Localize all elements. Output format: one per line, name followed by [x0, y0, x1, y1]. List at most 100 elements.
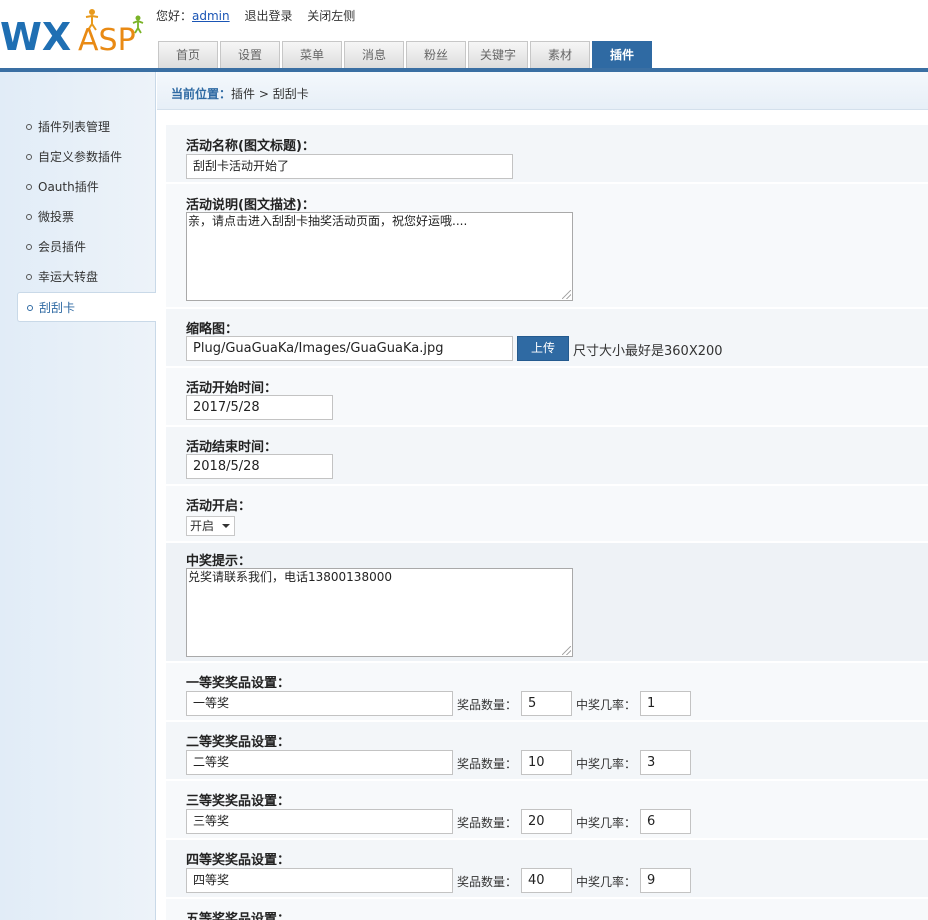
end-time-label: 活动结束时间： [186, 440, 278, 455]
prize-3-rate-label: 中奖几率： [576, 816, 637, 830]
form-row-start-time: 活动开始时间： 2017/5/28 [166, 367, 928, 425]
start-time-input[interactable]: 2017/5/28 [186, 395, 333, 420]
prize-4-qty-input[interactable]: 40 [521, 868, 572, 893]
tab-materials[interactable]: 素材 [530, 41, 590, 69]
form-row-prize-5: 五等奖奖品设置： [166, 898, 928, 920]
sidebar-item-label: 微投票 [38, 210, 75, 224]
header: WX ASP 您好：admin 退出登录 关闭左侧 首页 设置 菜单 消息 粉丝… [0, 0, 928, 72]
sidebar-item-vote[interactable]: 微投票 [0, 202, 156, 232]
prize-1-rate-label: 中奖几率： [576, 698, 637, 712]
open-select-value: 开启 [190, 519, 215, 533]
activity-description-textarea[interactable]: 亲，请点击进入刮刮卡抽奖活动页面，祝您好运哦.... [186, 212, 573, 301]
prize-5-label: 五等奖奖品设置： [186, 912, 291, 920]
tab-plugins[interactable]: 插件 [592, 41, 652, 69]
bullet-icon [26, 213, 32, 220]
sidebar-item-scratch-card[interactable]: 刮刮卡 [17, 292, 156, 322]
prize-2-qty-label: 奖品数量： [457, 757, 518, 771]
win-tip-label: 中奖提示： [186, 554, 252, 569]
bullet-icon [26, 123, 32, 130]
breadcrumb: 当前位置：插件 > 刮刮卡 [171, 85, 309, 102]
prize-4-rate-input[interactable]: 9 [640, 868, 691, 893]
prize-4-name-input[interactable]: 四等奖 [186, 868, 453, 893]
greeting-text: 您好： [156, 9, 193, 23]
description-label: 活动说明(图文描述)： [186, 198, 315, 213]
prize-3-rate-input[interactable]: 6 [640, 809, 691, 834]
form-row-prize-3: 三等奖奖品设置： 三等奖 奖品数量： 20 中奖几率： 6 [166, 780, 928, 838]
sidebar-item-label: 刮刮卡 [39, 301, 76, 315]
prize-4-label: 四等奖奖品设置： [186, 853, 291, 868]
bullet-icon [26, 153, 32, 160]
form-row-name: 活动名称(图文标题)： 刮刮卡活动开始了 [166, 124, 928, 182]
prize-3-name-input[interactable]: 三等奖 [186, 809, 453, 834]
thumbnail-label: 缩略图： [186, 322, 239, 337]
sidebar-item-lucky-wheel[interactable]: 幸运大转盘 [0, 262, 156, 292]
tab-keywords[interactable]: 关键字 [468, 41, 528, 69]
bullet-icon [26, 243, 32, 250]
breadcrumb-path: 插件 > 刮刮卡 [231, 87, 309, 101]
breadcrumb-label: 当前位置： [171, 87, 232, 101]
sidebar-item-label: 自定义参数插件 [38, 150, 123, 164]
resize-grip-icon[interactable] [562, 646, 571, 655]
description-text: 亲，请点击进入刮刮卡抽奖活动页面，祝您好运哦.... [188, 214, 468, 228]
form-row-prize-4: 四等奖奖品设置： 四等奖 奖品数量： 40 中奖几率： 9 [166, 839, 928, 897]
prize-1-label: 一等奖奖品设置： [186, 676, 291, 691]
sidebar-item-label: 会员插件 [38, 240, 87, 254]
sidebar-item-label: Oauth插件 [38, 180, 99, 194]
prize-1-name-input[interactable]: 一等奖 [186, 691, 453, 716]
tab-messages[interactable]: 消息 [344, 41, 404, 69]
prize-2-name-input[interactable]: 二等奖 [186, 750, 453, 775]
thumbnail-size-hint: 尺寸大小最好是360X200 [573, 344, 723, 359]
svg-text:WX: WX [0, 15, 71, 59]
prize-3-label: 三等奖奖品设置： [186, 794, 291, 809]
prize-1-qty-label: 奖品数量： [457, 698, 518, 712]
sidebar-item-custom-params[interactable]: 自定义参数插件 [0, 142, 156, 172]
sidebar: 插件列表管理 自定义参数插件 Oauth插件 微投票 会员插件 幸运大转盘 刮刮… [0, 72, 156, 920]
prize-2-rate-input[interactable]: 3 [640, 750, 691, 775]
prize-2-label: 二等奖奖品设置： [186, 735, 291, 750]
name-label: 活动名称(图文标题)： [186, 139, 315, 154]
upload-button[interactable]: 上传 [517, 336, 569, 361]
logout-link[interactable]: 退出登录 [244, 9, 292, 23]
svg-text:ASP: ASP [78, 23, 136, 58]
tab-fans[interactable]: 粉丝 [406, 41, 466, 69]
sidebar-item-label: 插件列表管理 [38, 120, 111, 134]
win-tip-textarea[interactable]: 兑奖请联系我们，电话13800138000 [186, 568, 573, 657]
tab-settings[interactable]: 设置 [220, 41, 280, 69]
open-label: 活动开启： [186, 499, 252, 514]
sidebar-item-oauth[interactable]: Oauth插件 [0, 172, 156, 202]
form-row-description: 活动说明(图文描述)： 亲，请点击进入刮刮卡抽奖活动页面，祝您好运哦.... [166, 183, 928, 307]
prize-2-qty-input[interactable]: 10 [521, 750, 572, 775]
form-row-prize-1: 一等奖奖品设置： 一等奖 奖品数量： 5 中奖几率： 1 [166, 662, 928, 720]
sidebar-item-label: 幸运大转盘 [38, 270, 99, 284]
tab-menu[interactable]: 菜单 [282, 41, 342, 69]
sidebar-item-plugin-list[interactable]: 插件列表管理 [0, 112, 156, 142]
prize-3-qty-input[interactable]: 20 [521, 809, 572, 834]
user-bar: 您好：admin 退出登录 关闭左侧 [156, 7, 355, 24]
main-nav: 首页 设置 菜单 消息 粉丝 关键字 素材 插件 [158, 41, 654, 69]
prize-4-qty-label: 奖品数量： [457, 875, 518, 889]
scratch-card-form: 活动名称(图文标题)： 刮刮卡活动开始了 活动说明(图文描述)： 亲，请点击进入… [157, 110, 928, 920]
username-link[interactable]: admin [192, 9, 230, 23]
thumbnail-path-input[interactable]: Plug/GuaGuaKa/Images/GuaGuaKa.jpg [186, 336, 513, 361]
win-tip-text: 兑奖请联系我们，电话13800138000 [188, 570, 392, 584]
prize-3-qty-label: 奖品数量： [457, 816, 518, 830]
prize-1-rate-input[interactable]: 1 [640, 691, 691, 716]
bullet-icon [27, 304, 33, 311]
open-select[interactable]: 开启 [186, 516, 235, 536]
end-time-input[interactable]: 2018/5/28 [186, 454, 333, 479]
start-time-label: 活动开始时间： [186, 381, 278, 396]
prize-1-qty-input[interactable]: 5 [521, 691, 572, 716]
sidebar-item-member[interactable]: 会员插件 [0, 232, 156, 262]
prize-4-rate-label: 中奖几率： [576, 875, 637, 889]
sidebar-menu: 插件列表管理 自定义参数插件 Oauth插件 微投票 会员插件 幸运大转盘 刮刮… [0, 112, 156, 322]
close-left-link[interactable]: 关闭左侧 [307, 9, 355, 23]
activity-name-input[interactable]: 刮刮卡活动开始了 [186, 154, 513, 179]
tab-home[interactable]: 首页 [158, 41, 218, 69]
resize-grip-icon[interactable] [562, 290, 571, 299]
form-row-end-time: 活动结束时间： 2018/5/28 [166, 426, 928, 484]
form-row-thumbnail: 缩略图： Plug/GuaGuaKa/Images/GuaGuaKa.jpg 上… [166, 308, 928, 366]
bullet-icon [26, 183, 32, 190]
form-row-win-tip: 中奖提示： 兑奖请联系我们，电话13800138000 [166, 542, 928, 661]
form-row-prize-2: 二等奖奖品设置： 二等奖 奖品数量： 10 中奖几率： 3 [166, 721, 928, 779]
chevron-down-icon [222, 524, 230, 528]
